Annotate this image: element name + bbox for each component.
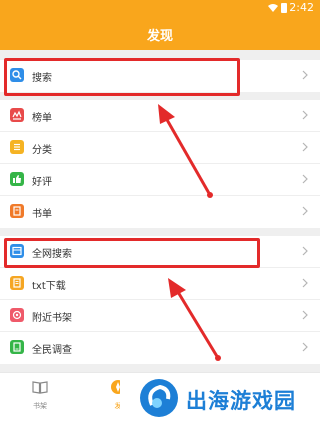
nav-label: 书架 (33, 402, 47, 410)
watermark-text: 出海游戏园 (186, 389, 296, 413)
watermark-logo (140, 379, 178, 417)
arrow-to-search (158, 104, 213, 198)
nav-bookshelf[interactable]: 书架 (20, 379, 60, 411)
watermark: 出海游戏园 (120, 374, 320, 426)
book-icon (32, 381, 48, 394)
arrow-to-web-search (168, 278, 221, 361)
annotation-arrows (158, 104, 221, 361)
